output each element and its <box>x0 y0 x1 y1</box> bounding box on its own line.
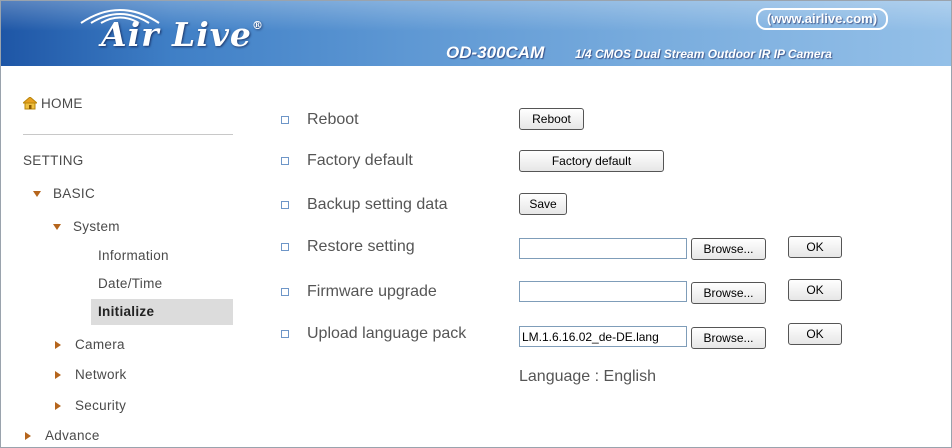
sidebar-item-camera[interactable]: Camera <box>53 337 125 352</box>
reboot-button[interactable]: Reboot <box>519 108 584 130</box>
bullet-square-icon <box>281 243 289 251</box>
model-name: OD-300CAM <box>446 43 545 62</box>
sidebar-nav: HOME SETTING BASIC System Information Da… <box>1 66 233 447</box>
sidebar-item-security[interactable]: Security <box>53 398 126 413</box>
restore-label: Restore setting <box>307 238 415 255</box>
triangle-down-icon <box>53 224 61 231</box>
backup-label: Backup setting data <box>307 196 448 213</box>
logo-text: Air Live <box>101 15 252 54</box>
home-icon <box>23 97 37 110</box>
factory-default-button[interactable]: Factory default <box>519 150 664 172</box>
triangle-right-icon <box>55 341 61 350</box>
initialize-panel: Reboot Reboot Factory default Factory de… <box>233 66 951 447</box>
save-button[interactable]: Save <box>519 193 567 215</box>
firmware-ok-button[interactable]: OK <box>788 279 842 301</box>
triangle-right-icon <box>25 432 31 441</box>
bullet-square-icon <box>281 330 289 338</box>
header-banner: Air Live® (www.airlive.com) OD-300CAM 1/… <box>1 1 951 66</box>
triangle-down-icon <box>33 191 41 198</box>
factory-default-row: Factory default <box>281 152 413 170</box>
camera-label: Camera <box>75 337 125 352</box>
website-url[interactable]: (www.airlive.com) <box>756 8 889 30</box>
sidebar-item-system[interactable]: System <box>53 219 120 234</box>
home-label: HOME <box>41 96 83 111</box>
model-description: 1/4 CMOS Dual Stream Outdoor IR IP Camer… <box>575 47 832 61</box>
language-pack-ok-button[interactable]: OK <box>788 323 842 345</box>
triangle-right-icon <box>55 371 61 380</box>
language-pack-file-input[interactable] <box>519 326 687 347</box>
sidebar-item-date-time[interactable]: Date/Time <box>98 276 162 291</box>
restore-row: Restore setting <box>281 238 415 256</box>
reboot-label: Reboot <box>307 111 359 128</box>
sidebar-item-home[interactable]: HOME <box>23 96 83 111</box>
language-pack-label: Upload language pack <box>307 325 467 342</box>
sidebar-item-network[interactable]: Network <box>53 367 127 382</box>
firmware-file-input[interactable] <box>519 281 687 302</box>
setting-heading: SETTING <box>23 153 84 168</box>
firmware-browse-button[interactable]: Browse... <box>691 282 766 304</box>
firmware-label: Firmware upgrade <box>307 283 437 300</box>
backup-row: Backup setting data <box>281 196 448 214</box>
sidebar-item-advance[interactable]: Advance <box>23 428 100 443</box>
bullet-square-icon <box>281 157 289 165</box>
language-pack-row: Upload language pack <box>281 325 466 343</box>
bullet-square-icon <box>281 288 289 296</box>
restore-ok-button[interactable]: OK <box>788 236 842 258</box>
restore-file-input[interactable] <box>519 238 687 259</box>
sidebar-item-initialize[interactable]: Initialize <box>98 304 154 319</box>
sidebar-item-basic[interactable]: BASIC <box>33 186 95 201</box>
system-label: System <box>73 219 120 234</box>
firmware-row: Firmware upgrade <box>281 283 437 301</box>
basic-label: BASIC <box>53 186 96 201</box>
advance-label: Advance <box>45 428 100 443</box>
language-pack-browse-button[interactable]: Browse... <box>691 327 766 349</box>
restore-browse-button[interactable]: Browse... <box>691 238 766 260</box>
security-label: Security <box>75 398 127 413</box>
reboot-row: Reboot <box>281 111 359 129</box>
triangle-right-icon <box>55 402 61 411</box>
network-label: Network <box>75 367 127 382</box>
bullet-square-icon <box>281 201 289 209</box>
airlive-logo: Air Live® <box>101 15 264 54</box>
bullet-square-icon <box>281 116 289 124</box>
factory-default-label: Factory default <box>307 152 413 169</box>
sidebar-divider <box>23 134 233 135</box>
sidebar-item-information[interactable]: Information <box>98 248 169 263</box>
registered-mark: ® <box>251 19 264 32</box>
camera-config-window: Air Live® (www.airlive.com) OD-300CAM 1/… <box>0 0 952 448</box>
language-status: Language : English <box>519 368 656 385</box>
